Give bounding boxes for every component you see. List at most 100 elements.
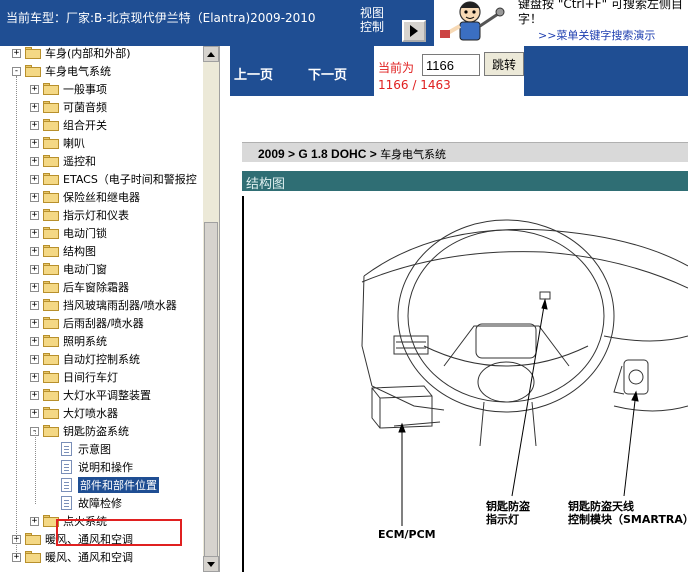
tree-item-label: 大灯水平调整装置: [63, 389, 151, 402]
tree-item-label: 后雨刮器/喷水器: [63, 317, 144, 330]
tree-item-label: 结构图: [63, 245, 96, 258]
folder-icon: [43, 245, 59, 257]
tree-item-label: 组合开关: [63, 119, 107, 132]
next-page-link[interactable]: 下一页: [308, 64, 347, 83]
expand-icon[interactable]: +: [12, 48, 21, 58]
previous-page-link[interactable]: 上一页: [234, 64, 273, 83]
breadcrumb-bar: 2009 > G 1.8 DOHC > 车身电气系统: [242, 142, 688, 162]
tree-item[interactable]: + 后雨刮器/喷水器: [30, 314, 144, 332]
tree-item[interactable]: + 电动门锁: [30, 224, 107, 242]
collapse-icon[interactable]: -: [12, 66, 21, 76]
tree-item[interactable]: + 结构图: [30, 242, 96, 260]
expand-icon[interactable]: +: [30, 156, 39, 166]
expand-icon[interactable]: +: [30, 390, 39, 400]
tree-item[interactable]: + 日间行车灯: [30, 368, 118, 386]
folder-icon: [43, 299, 59, 311]
tree-item[interactable]: + 喇叭: [30, 134, 85, 152]
page-count-text: 1166 / 1463: [378, 78, 451, 92]
tree-item-label: ETACS（电子时间和警报控: [63, 173, 197, 186]
folder-icon: [43, 173, 59, 185]
tree-item[interactable]: + 组合开关: [30, 116, 107, 134]
tree-item-label: 钥匙防盗系统: [63, 425, 129, 438]
tree-item[interactable]: + 后车窗除霜器: [30, 278, 129, 296]
tree-item[interactable]: 说明和操作: [48, 458, 133, 476]
tree-connector: [16, 76, 17, 552]
folder-icon: [43, 155, 59, 167]
tree-item[interactable]: + 遥控和: [30, 152, 96, 170]
section-title: 结构图: [246, 177, 286, 192]
expand-icon[interactable]: +: [30, 408, 39, 418]
tree-item[interactable]: + 大灯水平调整装置: [30, 386, 151, 404]
expand-icon[interactable]: +: [30, 282, 39, 292]
expand-icon[interactable]: +: [30, 210, 39, 220]
tree-item-label: 挡风玻璃雨刮器/喷水器: [63, 299, 177, 312]
expand-icon[interactable]: +: [30, 516, 39, 526]
tree-item[interactable]: + 车身(内部和外部): [12, 46, 131, 62]
tree-item[interactable]: 示意图: [48, 440, 111, 458]
page-number-input[interactable]: [422, 54, 480, 76]
expand-icon[interactable]: +: [30, 84, 39, 94]
tree-item[interactable]: 故障检修: [48, 494, 122, 512]
current-page-label: 当前为: [378, 61, 415, 75]
tree-item[interactable]: + 自动灯控制系统: [30, 350, 140, 368]
folder-icon: [43, 101, 59, 113]
expand-icon[interactable]: +: [30, 264, 39, 274]
folder-icon: [43, 371, 59, 383]
breadcrumb-current: 车身电气系统: [380, 148, 447, 161]
section-header-bar: 结构图: [242, 171, 688, 192]
tree-item[interactable]: + 电动门窗: [30, 260, 107, 278]
tree-item[interactable]: + 暖风、通风和空调: [12, 548, 133, 566]
tree-item-label: 指示灯和仪表: [63, 209, 129, 222]
folder-icon: [43, 119, 59, 131]
folder-icon: [25, 551, 41, 563]
expand-icon[interactable]: +: [12, 552, 21, 562]
view-toggle-button[interactable]: [402, 20, 426, 42]
tree-item[interactable]: + 保险丝和继电器: [30, 188, 140, 206]
tree-item[interactable]: + 挡风玻璃雨刮器/喷水器: [30, 296, 177, 314]
expand-icon[interactable]: +: [30, 174, 39, 184]
tree-item[interactable]: + ETACS（电子时间和警报控: [30, 170, 197, 188]
scroll-up-button[interactable]: [203, 46, 219, 62]
expand-icon[interactable]: +: [30, 318, 39, 328]
expand-icon[interactable]: +: [30, 192, 39, 202]
tree-item[interactable]: + 照明系统: [30, 332, 107, 350]
expand-icon[interactable]: +: [30, 354, 39, 364]
tree-item[interactable]: - 钥匙防盗系统: [30, 422, 129, 440]
document-icon: [61, 460, 72, 474]
folder-icon: [25, 65, 41, 77]
expand-icon[interactable]: +: [30, 246, 39, 256]
tree-item[interactable]: + 可菌音频: [30, 98, 107, 116]
tree-item-label: 大灯喷水器: [63, 407, 118, 420]
folder-icon: [25, 47, 41, 59]
tree-item-label: 故障检修: [78, 497, 122, 510]
tree-connector: [35, 430, 36, 504]
expand-icon[interactable]: +: [30, 120, 39, 130]
folder-icon: [43, 335, 59, 347]
search-hint-text-cont: 字！: [518, 12, 543, 26]
expand-icon[interactable]: +: [30, 138, 39, 148]
search-demo-link[interactable]: >>菜单关键字搜索演示: [538, 27, 655, 43]
tree-item-label: 遥控和: [63, 155, 96, 168]
folder-icon: [43, 227, 59, 239]
document-icon: [61, 478, 72, 492]
expand-icon[interactable]: +: [30, 372, 39, 382]
immobilizer-indicator-callout: 钥匙防盗 指示灯: [486, 500, 530, 526]
tree-item[interactable]: - 车身电气系统: [12, 62, 111, 80]
folder-icon: [43, 407, 59, 419]
expand-icon[interactable]: +: [30, 228, 39, 238]
scroll-thumb[interactable]: [204, 222, 218, 562]
chevron-up-icon: [207, 51, 215, 57]
expand-icon[interactable]: +: [30, 300, 39, 310]
breadcrumb: 2009 > G 1.8 DOHC > 车身电气系统: [258, 146, 446, 162]
expand-icon[interactable]: +: [30, 102, 39, 112]
tree-item[interactable]: + 一般事项: [30, 80, 107, 98]
expand-icon[interactable]: +: [30, 336, 39, 346]
tree-scrollbar[interactable]: [203, 46, 219, 572]
folder-icon: [43, 353, 59, 365]
scroll-down-button[interactable]: [203, 556, 219, 572]
tree-item[interactable]: 部件和部件位置: [48, 476, 159, 494]
tree-item[interactable]: + 指示灯和仪表: [30, 206, 129, 224]
tree-item[interactable]: + 大灯喷水器: [30, 404, 118, 422]
document-icon: [61, 442, 72, 456]
jump-button[interactable]: 跳转: [484, 52, 524, 76]
